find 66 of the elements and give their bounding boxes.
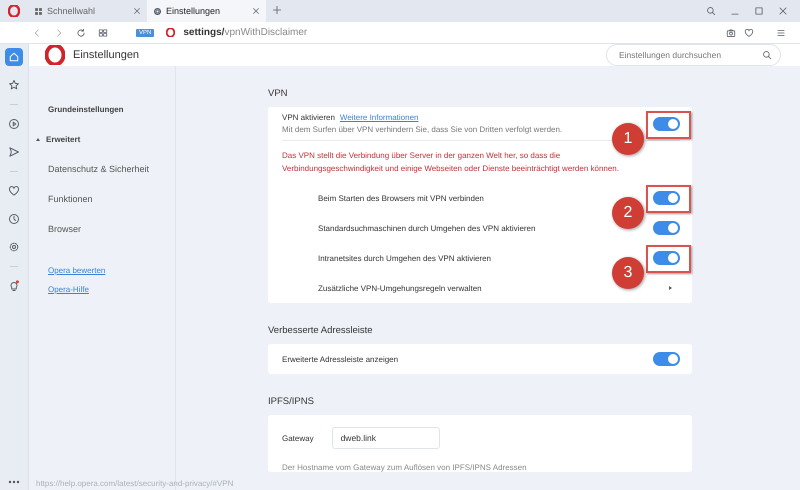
close-icon[interactable] (252, 7, 260, 15)
setting-label: Standardsuchmaschinen durch Umgehen des VPN aktivieren (318, 224, 536, 232)
clock-icon[interactable] (8, 213, 20, 225)
section-heading: IPFS/IPNS (268, 396, 315, 407)
nav-item[interactable]: Browser (29, 214, 175, 244)
search-field[interactable]: Einstellungen durchsuchen (606, 44, 781, 66)
settings-icon[interactable] (8, 241, 20, 253)
opera-logo (8, 5, 20, 17)
search-icon (762, 50, 772, 60)
star-icon[interactable] (8, 79, 20, 91)
gateway-field[interactable]: dweb.link (332, 427, 440, 449)
plus-icon[interactable] (272, 5, 282, 15)
heart-icon[interactable] (744, 28, 754, 38)
toggle-switch[interactable] (653, 352, 680, 366)
highlight-frame (646, 185, 691, 213)
more-icon[interactable] (8, 480, 20, 484)
field-label: Gateway (282, 434, 314, 442)
toggle-switch[interactable] (653, 191, 680, 205)
setting-description: Mit dem Surfen über VPN verhindern Sie, dass Sie von Dritten verfolgt werden. (282, 125, 564, 134)
settings-icon (153, 6, 162, 16)
callout-number: 2 (612, 197, 644, 229)
reload-icon[interactable] (76, 28, 86, 38)
maximize-icon[interactable] (754, 6, 764, 16)
lightbulb-icon[interactable] (8, 280, 20, 292)
nav-item[interactable]: Funktionen (29, 184, 175, 214)
highlight-frame (646, 245, 691, 273)
page-title: Einstellungen (73, 49, 140, 61)
close-icon[interactable] (133, 7, 141, 15)
setting-label: Erweiterte Adressleiste anzeigen (282, 354, 400, 364)
help-link[interactable]: Opera-Hilfe (48, 285, 89, 294)
grid-icon (34, 6, 43, 16)
callout-number: 3 (612, 257, 644, 289)
callout-number: 1 (612, 122, 644, 154)
menu-icon[interactable] (776, 28, 786, 38)
close-icon[interactable] (778, 6, 788, 16)
camera-icon[interactable] (726, 28, 736, 38)
send-icon[interactable] (8, 146, 20, 158)
heart-icon[interactable] (8, 185, 20, 197)
search-icon[interactable] (706, 6, 716, 16)
nav-item[interactable]: Grundeinstellungen (29, 94, 175, 124)
section-heading: Verbesserte Adressleiste (268, 325, 374, 336)
caret-icon[interactable] (36, 138, 40, 140)
section-heading: VPN (268, 88, 289, 99)
toggle-switch[interactable] (653, 221, 680, 235)
nav-item[interactable]: Datenschutz & Sicherheit (29, 154, 175, 184)
toggle-switch[interactable] (653, 251, 680, 265)
grid-icon[interactable] (98, 28, 108, 38)
nav-section[interactable]: Erweitert (46, 134, 80, 144)
info-link[interactable]: Weitere Informationen (340, 113, 418, 122)
chevron-right-icon (669, 286, 672, 290)
browser-tab[interactable]: Schnellwahl (28, 0, 147, 22)
setting-label: VPN aktivieren (282, 113, 335, 122)
sidebar-button[interactable] (5, 48, 23, 66)
browser-tab[interactable]: Einstellungen (147, 0, 266, 22)
opera-logo (166, 28, 176, 37)
help-link[interactable]: Opera bewerten (48, 266, 106, 275)
opera-logo (45, 45, 65, 65)
setting-description: Der Hostname vom Gateway zum Auflösen von IPFS/IPNS Adressen (282, 462, 528, 472)
address-field[interactable]: settings/vpnWithDisclaimer (183, 27, 308, 38)
play-circle-icon[interactable] (8, 118, 20, 130)
setting-label: Intranetsites durch Umgehen des VPN aktivieren (318, 254, 492, 262)
highlight-frame (646, 110, 691, 138)
setting-label: Beim Starten des Browsers mit VPN verbinden (318, 194, 485, 202)
status-url: https://help.opera.com/latest/security-and-privacy/#VPN (36, 479, 234, 488)
home-icon[interactable] (8, 51, 20, 63)
toggle-switch[interactable] (653, 116, 680, 130)
